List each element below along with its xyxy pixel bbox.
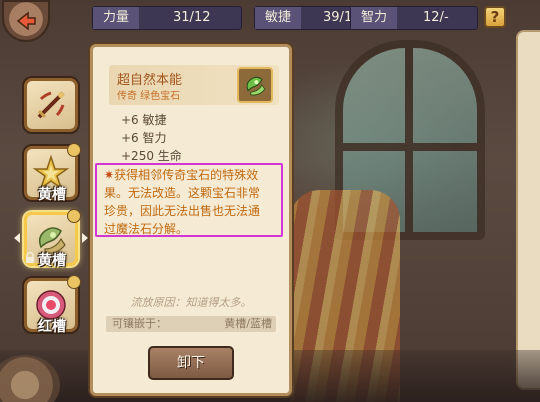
socket-lock-icon — [67, 275, 81, 289]
item-bonus: +6 敏捷 — [121, 113, 167, 127]
stat-intelligence: 智力 12/- — [350, 6, 478, 30]
stat-value: 12/- — [423, 10, 449, 25]
unequip-button[interactable]: 卸下 — [148, 346, 234, 380]
socket-lock-icon — [67, 143, 81, 157]
socket-info: 可镶嵌于： 黄槽/蓝槽 — [106, 316, 276, 332]
stat-name: 智力 — [351, 7, 398, 29]
stat-strength: 力量 31/12 — [92, 6, 242, 30]
help-button[interactable]: ? — [484, 6, 506, 28]
crossbow-icon — [37, 91, 65, 119]
slot-label: 黄槽 — [38, 187, 66, 203]
back-arrow-icon — [16, 11, 36, 31]
item-flavor-text: 流放原因：知道得太多。 — [130, 296, 252, 309]
item-name: 超自然本能 — [117, 73, 183, 88]
stat-name: 力量 — [93, 7, 140, 29]
green-gem-icon — [246, 76, 266, 96]
effect-line: 珍贵，因此无法出售也无法通 — [104, 204, 261, 218]
right-side-panel — [516, 30, 540, 390]
item-bonus: +250 生命 — [121, 149, 182, 163]
item-special-effect: ✷获得相邻传奇宝石的特殊效 果。无法改造。这颗宝石非常 珍贵，因此无法出售也无法… — [104, 166, 280, 238]
socket-value: 黄槽/蓝槽 — [224, 317, 272, 330]
stat-name: 敏捷 — [255, 7, 302, 29]
stat-value: 31/12 — [173, 10, 211, 25]
slot-label: 红槽 — [38, 319, 66, 335]
effect-line: 过魔法石分解。 — [104, 222, 189, 236]
socket-label: 可镶嵌于： — [112, 317, 167, 330]
gem-slot-weapon[interactable] — [24, 78, 78, 132]
slot-label: 黄槽 — [38, 253, 66, 269]
effect-line: 果。无法改造。这颗宝石非常 — [104, 186, 261, 200]
star-icon: ✷ — [104, 168, 115, 182]
item-icon — [237, 67, 273, 103]
socket-lock-icon — [67, 209, 81, 223]
selection-arrow-right-icon — [82, 233, 88, 243]
item-bonus: +6 智力 — [121, 131, 167, 145]
effect-line: 获得相邻传奇宝石的特殊效 — [114, 168, 259, 182]
selection-arrow-left-icon — [14, 233, 20, 243]
item-rarity: 传奇 绿色宝石 — [117, 91, 181, 102]
